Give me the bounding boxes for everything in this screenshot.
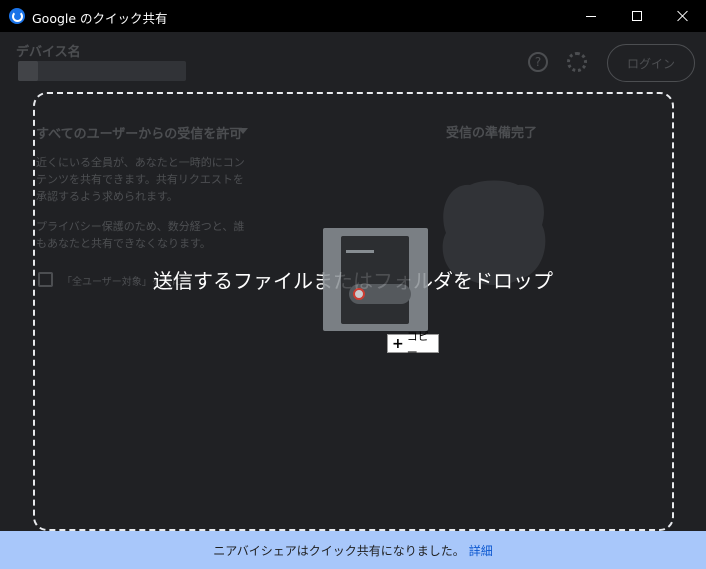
drag-preview-screen bbox=[341, 236, 411, 324]
drag-preview-pill bbox=[349, 284, 411, 304]
drag-preview-thumbnail bbox=[323, 228, 428, 331]
login-button[interactable]: ログイン bbox=[607, 44, 695, 82]
drag-preview-dot-icon bbox=[353, 288, 365, 300]
gear-icon[interactable] bbox=[567, 52, 587, 72]
title-bar: Google のクイック共有 bbox=[0, 0, 706, 32]
help-icon[interactable]: ? bbox=[528, 52, 548, 72]
minimize-button[interactable] bbox=[568, 0, 614, 32]
device-name-label: デバイス名 bbox=[16, 45, 81, 60]
copy-label: コピー bbox=[406, 329, 429, 359]
quick-share-icon bbox=[9, 8, 25, 24]
copy-cursor-tag: + コピー bbox=[387, 330, 439, 359]
banner-text: ニアバイシェアはクイック共有になりました。 bbox=[213, 543, 465, 558]
maximize-button[interactable] bbox=[614, 0, 660, 32]
minimize-icon bbox=[586, 15, 596, 17]
drag-preview-title bbox=[346, 250, 374, 253]
device-name-field[interactable] bbox=[18, 61, 186, 81]
details-link[interactable]: 詳細 bbox=[469, 542, 493, 559]
close-button[interactable] bbox=[660, 0, 706, 32]
plus-icon: + bbox=[392, 335, 404, 352]
info-banner: ニアバイシェアはクイック共有になりました。 詳細 bbox=[0, 531, 706, 569]
window-title: Google のクイック共有 bbox=[32, 11, 168, 26]
maximize-icon bbox=[632, 11, 642, 21]
close-icon bbox=[677, 10, 689, 22]
